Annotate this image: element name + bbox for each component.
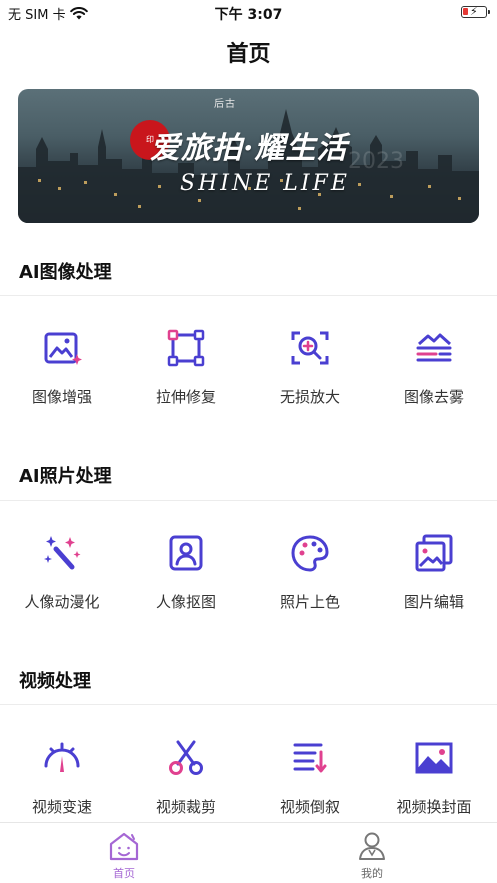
promo-banner[interactable]: 后古 印 爱旅拍·耀生活 SHINE LIFE 2023 — [18, 89, 479, 223]
feature-portrait-anime[interactable]: 人像动漫化 — [0, 531, 124, 612]
status-bar: 无 SIM 卡 下午 3:07 ⚡ — [0, 0, 497, 26]
feature-label: 图片编辑 — [403, 593, 464, 611]
banner-headline: 爱旅拍·耀生活 — [150, 131, 348, 166]
feature-image-enhance[interactable]: 图像增强 — [0, 326, 124, 407]
feature-label: 无损放大 — [279, 388, 340, 406]
feature-label: 视频换封面 — [396, 798, 472, 816]
zoom-in-icon — [291, 331, 329, 365]
feature-label: 视频倒叙 — [279, 798, 340, 816]
feature-label: 图像去雾 — [403, 388, 464, 406]
dehaze-icon — [416, 333, 452, 362]
feature-portrait-cutout[interactable]: 人像抠图 — [124, 531, 248, 612]
feature-lossless-zoom[interactable]: 无损放大 — [248, 326, 372, 407]
section-title-ai-photo: AI照片处理 — [19, 466, 112, 487]
feature-grid-ai-photo: 人像动漫化 人像抠图 照片上色 图片编辑 — [0, 531, 497, 621]
tab-profile[interactable]: 我的 — [342, 829, 402, 881]
banner-brand: 后古 — [214, 99, 236, 110]
tab-label: 首页 — [113, 867, 135, 880]
divider — [0, 500, 497, 501]
feature-video-speed[interactable]: 视频变速 — [0, 736, 124, 817]
user-icon — [359, 832, 385, 860]
divider — [0, 295, 497, 296]
speedometer-icon — [44, 742, 80, 772]
palette-icon — [291, 535, 329, 572]
scissors-icon — [169, 740, 203, 775]
banner-year-watermark: 2023 — [348, 149, 404, 174]
image-edit-icon — [415, 534, 453, 572]
portrait-icon — [169, 535, 203, 571]
clock: 下午 3:07 — [214, 7, 283, 23]
battery-charging-icon: ⚡ — [461, 5, 490, 18]
feature-label: 照片上色 — [279, 593, 340, 611]
feature-dehaze[interactable]: 图像去雾 — [372, 326, 496, 407]
feature-image-edit[interactable]: 图片编辑 — [372, 531, 496, 612]
divider — [0, 704, 497, 705]
tab-home[interactable]: 首页 — [94, 829, 154, 881]
feature-stretch-repair[interactable]: 拉伸修复 — [124, 326, 248, 407]
tab-bar: 首页 我的 — [0, 822, 497, 883]
feature-label: 图像增强 — [31, 388, 92, 406]
feature-label: 视频裁剪 — [155, 798, 216, 816]
stretch-repair-icon — [167, 329, 205, 367]
cover-image-icon — [415, 742, 453, 774]
section-title-video: 视频处理 — [19, 671, 91, 692]
feature-grid-ai-image: 图像增强 拉伸修复 无损放大 图像去雾 — [0, 326, 497, 416]
feature-label: 人像动漫化 — [24, 593, 100, 611]
reverse-list-icon — [293, 743, 327, 773]
feature-label: 拉伸修复 — [155, 388, 216, 406]
banner-subheadline: SHINE LIFE — [180, 171, 350, 196]
feature-video-crop[interactable]: 视频裁剪 — [124, 736, 248, 817]
feature-photo-colorize[interactable]: 照片上色 — [248, 531, 372, 612]
feature-video-cover[interactable]: 视频换封面 — [372, 736, 496, 817]
feature-label: 视频变速 — [31, 798, 92, 816]
feature-grid-video: 视频变速 视频裁剪 视频倒叙 视频换封面 — [0, 736, 497, 826]
home-icon — [109, 832, 139, 861]
page-title: 首页 — [226, 42, 271, 67]
image-enhance-icon — [44, 332, 82, 365]
feature-video-reverse[interactable]: 视频倒叙 — [248, 736, 372, 817]
feature-label: 人像抠图 — [155, 593, 216, 611]
section-title-ai-image: AI图像处理 — [19, 262, 112, 283]
magic-wand-icon — [44, 536, 81, 570]
tab-label: 我的 — [361, 867, 383, 880]
